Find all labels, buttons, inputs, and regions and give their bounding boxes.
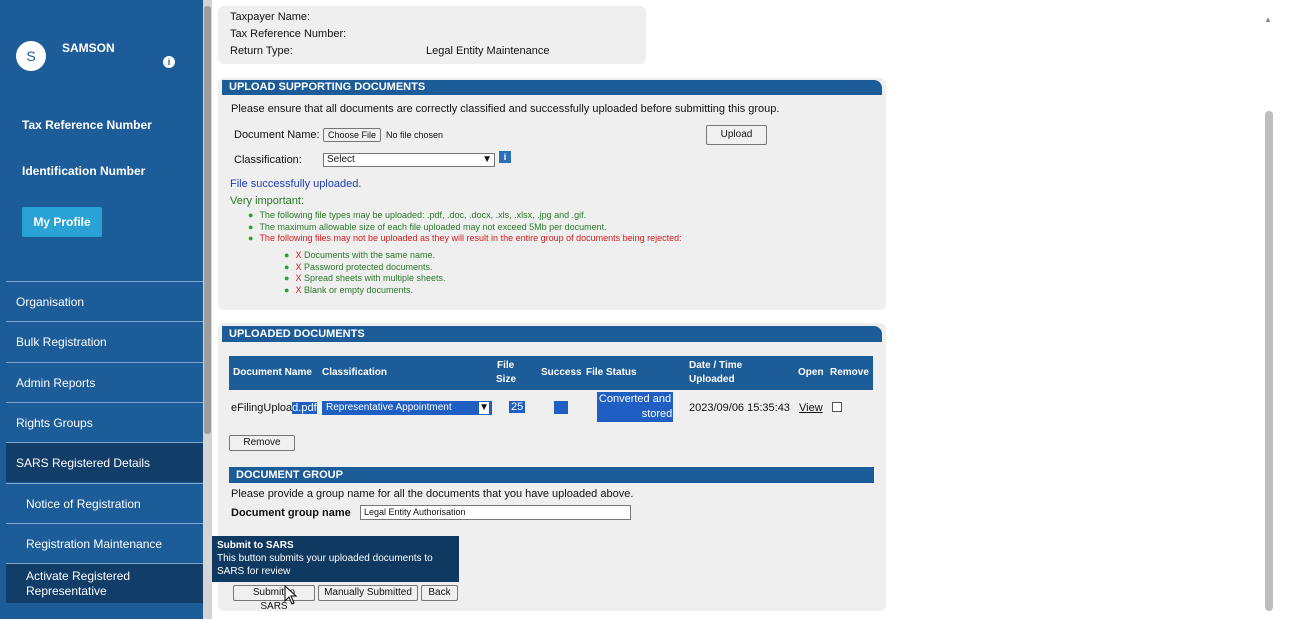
return-type-label: Return Type: [230, 45, 293, 57]
uploaded-documents-title: UPLOADED DOCUMENTS [222, 326, 882, 342]
chevron-down-icon: ▼ [479, 402, 489, 414]
tooltip-title: Submit to SARS [217, 540, 294, 551]
rejected-files-list: ● X Documents with the same name. ● X Pass… [284, 250, 446, 296]
tax-reference-field-label: Tax Reference Number: [230, 28, 347, 40]
tooltip-line1: This button submits your uploaded docume… [217, 553, 433, 564]
upload-panel-title: UPLOAD SUPPORTING DOCUMENTS [222, 80, 882, 95]
row-doc-name-a: eFilingUploa [231, 402, 293, 414]
sidebar: S SAMSON i Tax Reference Number Identifi… [0, 0, 212, 619]
scroll-up-icon[interactable]: ▲ [1264, 15, 1272, 24]
document-group-name-input[interactable]: Legal Entity Authorisation [360, 505, 631, 520]
col-open: Open [798, 367, 824, 378]
submit-to-sars-button[interactable]: Submit to SARS [233, 585, 315, 612]
x-icon: X [295, 250, 302, 260]
row-document-name: eFilingUpload.pdf [231, 402, 317, 414]
classification-info-icon[interactable]: i [499, 151, 511, 163]
nav-item-activate-registered-representative[interactable]: Activate Registered Representative [6, 563, 203, 603]
nav-item-registration-maintenance[interactable]: Registration Maintenance [6, 523, 203, 563]
row-date-uploaded: 2023/09/06 15:35:43 [689, 402, 790, 414]
col-file-status: File Status [586, 367, 637, 378]
remove-button[interactable]: Remove [229, 435, 295, 451]
chevron-down-icon: ▼ [482, 154, 492, 165]
x-icon: X [295, 273, 302, 283]
rejected-item: Blank or empty documents. [303, 284, 414, 295]
list-item: ● The following files may not be uploaded… [248, 233, 682, 243]
row-status-line2: stored [641, 408, 673, 420]
very-important-label: Very important: [230, 195, 304, 207]
col-file-size-2: Size [496, 374, 517, 385]
document-group-name-label: Document group name [231, 507, 351, 519]
choose-file-button[interactable]: Choose File [323, 128, 382, 142]
avatar[interactable]: S [16, 41, 46, 71]
nav-item-organisation[interactable]: Organisation [6, 281, 203, 321]
row-status-line1: Converted and [598, 393, 672, 405]
col-remove: Remove [830, 367, 869, 378]
manually-submitted-button[interactable]: Manually Submitted [318, 585, 418, 601]
x-icon: X [295, 284, 302, 295]
row-file-size: 25 [509, 401, 526, 413]
row-doc-name-b: d.pdf [292, 402, 317, 414]
tax-reference-label: Tax Reference Number [22, 118, 152, 132]
mouse-cursor-icon [284, 585, 298, 605]
info-icon[interactable]: i [163, 56, 175, 68]
nav-item-admin-reports[interactable]: Admin Reports [6, 362, 203, 402]
nav-item-label: Activate Registered Representative [26, 568, 131, 598]
classification-select-value: Select [327, 154, 355, 165]
upload-instruction: Please ensure that all documents are cor… [231, 103, 780, 115]
upload-rules-list: ● The following file types may be uploade… [248, 210, 682, 245]
uploaded-table-header: Document Name Classification File Size S… [229, 356, 873, 390]
nav-item-sars-registered-details[interactable]: SARS Registered Details [6, 442, 203, 482]
rule-file-types: The following file types may be uploaded… [259, 210, 587, 220]
rule-rejected-files: The following files may not be uploaded … [259, 233, 682, 243]
identification-label: Identification Number [22, 164, 146, 178]
row-view-link[interactable]: View [799, 402, 823, 414]
rejected-item: Password protected documents. [303, 261, 433, 272]
row-classification-select[interactable]: Representative Appointment ▼ [322, 401, 492, 415]
row-classification-value: Representative Appointment [326, 402, 452, 413]
classification-label: Classification: [234, 154, 302, 166]
col-document-name: Document Name [233, 367, 312, 378]
list-item: ● The maximum allowable size of each file… [248, 221, 607, 232]
list-item: ● X Documents with the same name. [284, 250, 436, 260]
user-name: SAMSON [62, 41, 115, 55]
col-success: Success [541, 367, 582, 378]
document-name-label: Document Name: [234, 129, 320, 141]
return-type-value: Legal Entity Maintenance [426, 45, 550, 57]
rule-max-size: The maximum allowable size of each file … [259, 221, 607, 232]
document-group-title: DOCUMENT GROUP [229, 467, 874, 483]
col-date-2: Uploaded [689, 374, 735, 385]
col-classification: Classification [322, 367, 388, 378]
nav-item-bulk-registration[interactable]: Bulk Registration [6, 321, 203, 361]
row-file-status: Converted and stored [597, 392, 673, 422]
list-item: ● X Spread sheets with multiple sheets. [284, 273, 446, 283]
rejected-item: Spread sheets with multiple sheets. [303, 273, 446, 283]
upload-success-message: File successfully uploaded. [230, 178, 362, 190]
list-item: ● X Blank or empty documents. [284, 284, 414, 295]
back-button[interactable]: Back [421, 585, 458, 601]
classification-select[interactable]: Select ▼ [323, 153, 495, 167]
tooltip-line2: SARS for review [217, 566, 291, 577]
sidebar-scrollbar-thumb[interactable] [204, 6, 211, 434]
taxpayer-name-label: Taxpayer Name: [230, 11, 311, 23]
no-file-chosen-text: No file chosen [386, 130, 444, 140]
list-item: ● The following file types may be uploade… [248, 210, 587, 220]
nav-item-rights-groups[interactable]: Rights Groups [6, 402, 203, 442]
upload-button[interactable]: Upload [706, 125, 767, 145]
col-file-size-1: File [497, 360, 515, 371]
row-remove-checkbox[interactable] [832, 402, 842, 412]
submit-tooltip: Submit to SARS This button submits your … [212, 536, 459, 582]
document-group-instruction: Please provide a group name for all the … [231, 488, 634, 500]
page-scrollbar-thumb[interactable] [1265, 111, 1273, 611]
row-success-indicator [554, 401, 568, 414]
my-profile-button[interactable]: My Profile [22, 207, 102, 237]
nav-item-notice-of-registration[interactable]: Notice of Registration [6, 483, 203, 523]
list-item: ● X Password protected documents. [284, 261, 433, 272]
rejected-item: Documents with the same name. [303, 250, 436, 260]
x-icon: X [295, 261, 302, 272]
col-date-1: Date / Time [689, 360, 743, 371]
